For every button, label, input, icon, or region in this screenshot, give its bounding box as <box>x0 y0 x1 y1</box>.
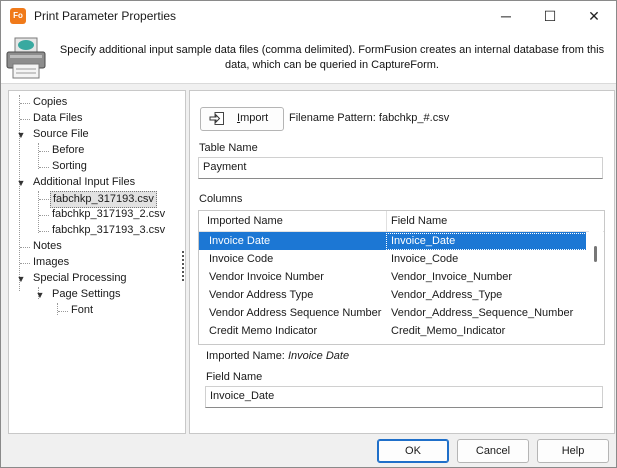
main-panel: Import Filename Pattern: fabchkp_#.csv T… <box>189 90 615 434</box>
tree-item-images[interactable]: Images <box>33 255 69 270</box>
panel-splitter[interactable] <box>182 251 184 281</box>
ok-button[interactable]: OK <box>377 439 449 463</box>
imported-name-cell: Vendor Address Sequence Number <box>209 307 382 319</box>
chevron-down-icon[interactable]: ▼ <box>35 290 45 300</box>
tree-item-notes[interactable]: Notes <box>33 239 62 254</box>
grid-header: Imported Name Field Name <box>199 211 604 232</box>
title-bar[interactable]: Fo Print Parameter Properties ─ ☐ ✕ <box>1 1 616 31</box>
imported-name-cell: Invoice Date <box>209 235 271 247</box>
imported-name-info-value: Invoice Date <box>287 350 350 362</box>
tree-connector <box>57 303 58 315</box>
help-button[interactable]: Help <box>537 439 609 463</box>
formfusion-app-icon: Fo <box>10 8 26 24</box>
filename-pattern-label: Filename Pattern: <box>289 112 376 124</box>
chevron-down-icon[interactable]: ▼ <box>16 274 26 284</box>
chevron-down-icon[interactable]: ▼ <box>16 130 26 140</box>
tree-item-special-processing[interactable]: Special Processing <box>33 271 127 286</box>
minimize-button[interactable]: ─ <box>484 1 528 31</box>
table-name-value: Payment <box>203 161 247 173</box>
navigation-tree[interactable]: ▼ ▼ ▼ ▼ Copies Data Files Source File Be… <box>8 90 186 434</box>
table-name-label: Table Name <box>199 142 258 154</box>
filename-pattern-value: fabchkp_#.csv <box>378 112 450 124</box>
header-band: Specify additional input sample data fil… <box>1 31 616 84</box>
field-name-cell[interactable]: Vendor_Address_Sequence_Number <box>391 307 573 319</box>
tree-connector <box>38 191 39 233</box>
tree-connector <box>38 143 39 169</box>
table-row[interactable]: Credit Memo Indicator Credit_Memo_Indica… <box>199 322 586 340</box>
scrollbar-thumb[interactable] <box>594 246 597 262</box>
column-divider[interactable] <box>386 211 387 231</box>
tree-item-fabchkp-317193-3-csv[interactable]: fabchkp_317193_3.csv <box>52 223 165 238</box>
imported-name-cell: Vendor Invoice Number <box>209 271 324 283</box>
field-name-cell[interactable]: Vendor_Address_Type <box>391 289 502 301</box>
filename-pattern: Filename Pattern: fabchkp_#.csv <box>289 112 449 124</box>
table-row[interactable]: Vendor Address Type Vendor_Address_Type <box>199 286 586 304</box>
tree-connector <box>39 167 49 168</box>
table-name-input[interactable]: Payment <box>198 157 603 179</box>
tree-connector <box>39 151 49 152</box>
tree-connector <box>58 311 68 312</box>
maximize-button[interactable]: ☐ <box>528 1 572 31</box>
field-name-cell[interactable]: Invoice_Code <box>391 253 458 265</box>
imported-name-info-label: Imported Name: <box>206 350 285 362</box>
tree-item-sorting[interactable]: Sorting <box>52 159 87 174</box>
table-row[interactable]: Vendor Invoice Number Vendor_Invoice_Num… <box>199 268 586 286</box>
tree-item-fabchkp-317193-csv[interactable]: fabchkp_317193.csv <box>50 191 157 208</box>
columns-grid[interactable]: Imported Name Field Name Invoice Date In… <box>198 210 605 345</box>
table-row[interactable]: Invoice Date Invoice_Date <box>199 232 587 250</box>
field-name-cell[interactable]: Invoice_Date <box>391 235 455 247</box>
tree-connector <box>19 95 20 291</box>
tree-item-data-files[interactable]: Data Files <box>33 111 83 126</box>
chevron-down-icon[interactable]: ▼ <box>16 178 26 188</box>
tree-connector <box>20 263 30 264</box>
tree-connector <box>20 119 30 120</box>
tree-item-before[interactable]: Before <box>52 143 84 158</box>
imported-name-cell: Vendor Address Type <box>209 289 314 301</box>
dialog-window: Fo Print Parameter Properties ─ ☐ ✕ Spec… <box>0 0 617 468</box>
grid-scrollbar[interactable] <box>589 231 603 343</box>
close-button[interactable]: ✕ <box>572 1 616 31</box>
window-title: Print Parameter Properties <box>34 9 177 23</box>
import-button[interactable]: Import <box>200 107 284 131</box>
import-button-label: Import <box>237 112 268 124</box>
table-row[interactable]: Invoice Code Invoice_Code <box>199 250 586 268</box>
tree-connector <box>39 231 49 232</box>
field-name-input[interactable]: Invoice_Date <box>205 386 603 408</box>
table-row[interactable]: Vendor Address Sequence Number Vendor_Ad… <box>199 304 586 322</box>
tree-connector <box>20 247 30 248</box>
import-label-rest: mport <box>240 112 269 124</box>
field-name-label: Field Name <box>206 371 263 383</box>
field-name-cell[interactable]: Credit_Memo_Indicator <box>391 325 505 337</box>
imported-name-cell: Credit Memo Indicator <box>209 325 318 337</box>
imported-name-info: Imported Name: Invoice Date <box>206 350 349 362</box>
tree-item-additional-input-files[interactable]: Additional Input Files <box>33 175 135 190</box>
columns-label: Columns <box>199 193 243 205</box>
cancel-button[interactable]: Cancel <box>457 439 529 463</box>
tree-connector <box>20 103 30 104</box>
column-header-field-name[interactable]: Field Name <box>391 215 447 227</box>
tree-connector <box>39 215 49 216</box>
tree-item-copies[interactable]: Copies <box>33 95 67 110</box>
tree-item-fabchkp-317193-2-csv[interactable]: fabchkp_317193_2.csv <box>52 207 165 222</box>
printer-icon <box>6 37 46 79</box>
imported-name-cell: Invoice Code <box>209 253 274 265</box>
tree-item-font[interactable]: Font <box>71 303 93 318</box>
tree-item-source-file[interactable]: Source File <box>33 127 89 142</box>
header-description: Specify additional input sample data fil… <box>59 44 605 71</box>
column-header-imported-name[interactable]: Imported Name <box>207 215 283 227</box>
tree-connector <box>39 199 49 200</box>
field-name-input-value: Invoice_Date <box>210 390 275 402</box>
field-name-cell[interactable]: Vendor_Invoice_Number <box>391 271 512 283</box>
import-icon <box>209 112 224 125</box>
tree-item-page-settings[interactable]: Page Settings <box>52 287 121 302</box>
